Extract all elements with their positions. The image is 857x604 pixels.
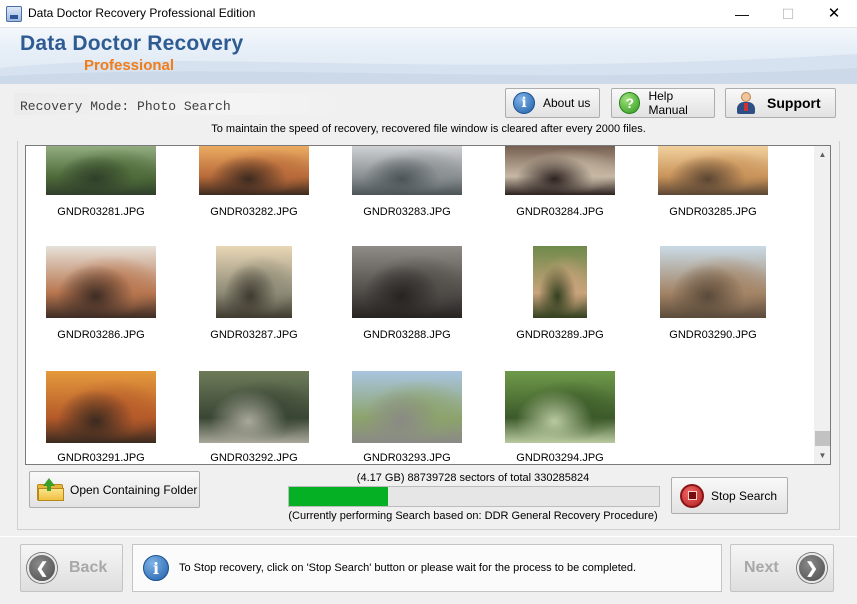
stop-icon	[680, 483, 704, 508]
file-name-label: GNDR03293.JPG	[363, 452, 451, 464]
recovered-files-gallery[interactable]: ▲ ▼ GNDR03281.JPG GNDR03282.JPG GNDR03283.…	[25, 145, 831, 465]
file-name-label: GNDR03284.JPG	[516, 206, 604, 218]
photo-thumbnail[interactable]	[505, 146, 615, 195]
info-message-box: i To Stop recovery, click on 'Stop Searc…	[132, 544, 722, 592]
photo-thumbnail[interactable]	[199, 371, 309, 443]
stop-search-button[interactable]: Stop Search	[671, 477, 788, 514]
question-icon: ?	[619, 92, 641, 114]
scroll-up-arrow-icon[interactable]: ▲	[814, 146, 830, 163]
photo-thumbnail[interactable]	[505, 371, 615, 443]
progress-bar-fill	[289, 487, 389, 506]
brand-title: Data Doctor Recovery	[20, 32, 244, 55]
support-label: Support	[767, 95, 821, 111]
photo-thumbnail[interactable]	[660, 246, 766, 318]
search-status-text: (Currently performing Search based on: D…	[288, 510, 658, 522]
file-name-label: GNDR03288.JPG	[363, 329, 451, 341]
photo-thumbnail[interactable]	[352, 146, 462, 195]
back-arrow-icon: ❮	[27, 553, 57, 583]
file-name-label: GNDR03287.JPG	[210, 329, 298, 341]
back-button[interactable]: ❮ Back	[20, 544, 123, 592]
photo-thumbnail[interactable]	[658, 146, 768, 195]
minimize-button[interactable]: —	[719, 0, 765, 28]
info-icon: i	[143, 555, 169, 581]
info-icon: i	[513, 92, 535, 114]
file-name-label: GNDR03289.JPG	[516, 329, 604, 341]
file-name-label: GNDR03294.JPG	[516, 452, 604, 464]
file-name-label: GNDR03291.JPG	[57, 452, 145, 464]
recovery-progress-bar	[288, 486, 660, 507]
vertical-scrollbar[interactable]: ▲ ▼	[814, 146, 830, 464]
stop-search-label: Stop Search	[711, 488, 778, 503]
help-manual-label: Help Manual	[648, 89, 688, 117]
photo-thumbnail[interactable]	[533, 246, 587, 318]
about-us-button[interactable]: i About us	[505, 88, 600, 118]
support-button[interactable]: Support	[725, 88, 836, 118]
recovery-mode-label: Recovery Mode: Photo Search	[20, 99, 231, 114]
scroll-down-arrow-icon[interactable]: ▼	[814, 447, 830, 464]
next-arrow-icon: ❯	[796, 553, 827, 583]
brand-subtitle: Professional	[84, 57, 175, 74]
file-name-label: GNDR03285.JPG	[669, 206, 757, 218]
close-button[interactable]: ✕	[811, 0, 857, 28]
header-banner: Data Doctor Recovery Professional	[0, 28, 857, 84]
app-icon	[6, 6, 22, 22]
photo-thumbnail[interactable]	[46, 246, 156, 318]
notice-text: To maintain the speed of recovery, recov…	[211, 123, 646, 135]
file-name-label: GNDR03282.JPG	[210, 206, 298, 218]
photo-thumbnail[interactable]	[46, 146, 156, 195]
person-icon	[735, 91, 757, 115]
title-bar: Data Doctor Recovery Professional Editio…	[0, 0, 857, 28]
help-manual-button[interactable]: ? Help Manual	[611, 88, 715, 118]
maximize-button[interactable]: ☐	[765, 0, 811, 28]
open-containing-folder-button[interactable]: Open Containing Folder	[29, 471, 200, 508]
photo-thumbnail[interactable]	[199, 146, 309, 195]
open-folder-label: Open Containing Folder	[70, 482, 198, 497]
info-message-text: To Stop recovery, click on 'Stop Search'…	[179, 562, 637, 574]
window-title: Data Doctor Recovery Professional Editio…	[28, 6, 256, 20]
photo-thumbnail[interactable]	[352, 246, 462, 318]
folder-icon	[37, 477, 65, 502]
file-name-label: GNDR03286.JPG	[57, 329, 145, 341]
about-us-label: About us	[543, 96, 591, 110]
photo-thumbnail[interactable]	[216, 246, 292, 318]
next-button[interactable]: Next ❯	[730, 544, 834, 592]
sectors-progress-text: (4.17 GB) 88739728 sectors of total 3302…	[356, 472, 590, 484]
back-label: Back	[69, 559, 108, 576]
photo-thumbnail[interactable]	[46, 371, 156, 443]
file-name-label: GNDR03292.JPG	[210, 452, 298, 464]
next-label: Next	[744, 559, 779, 576]
photo-thumbnail[interactable]	[352, 371, 462, 443]
scrollbar-thumb[interactable]	[815, 431, 830, 446]
file-name-label: GNDR03283.JPG	[363, 206, 451, 218]
file-name-label: GNDR03290.JPG	[669, 329, 757, 341]
file-name-label: GNDR03281.JPG	[57, 206, 145, 218]
